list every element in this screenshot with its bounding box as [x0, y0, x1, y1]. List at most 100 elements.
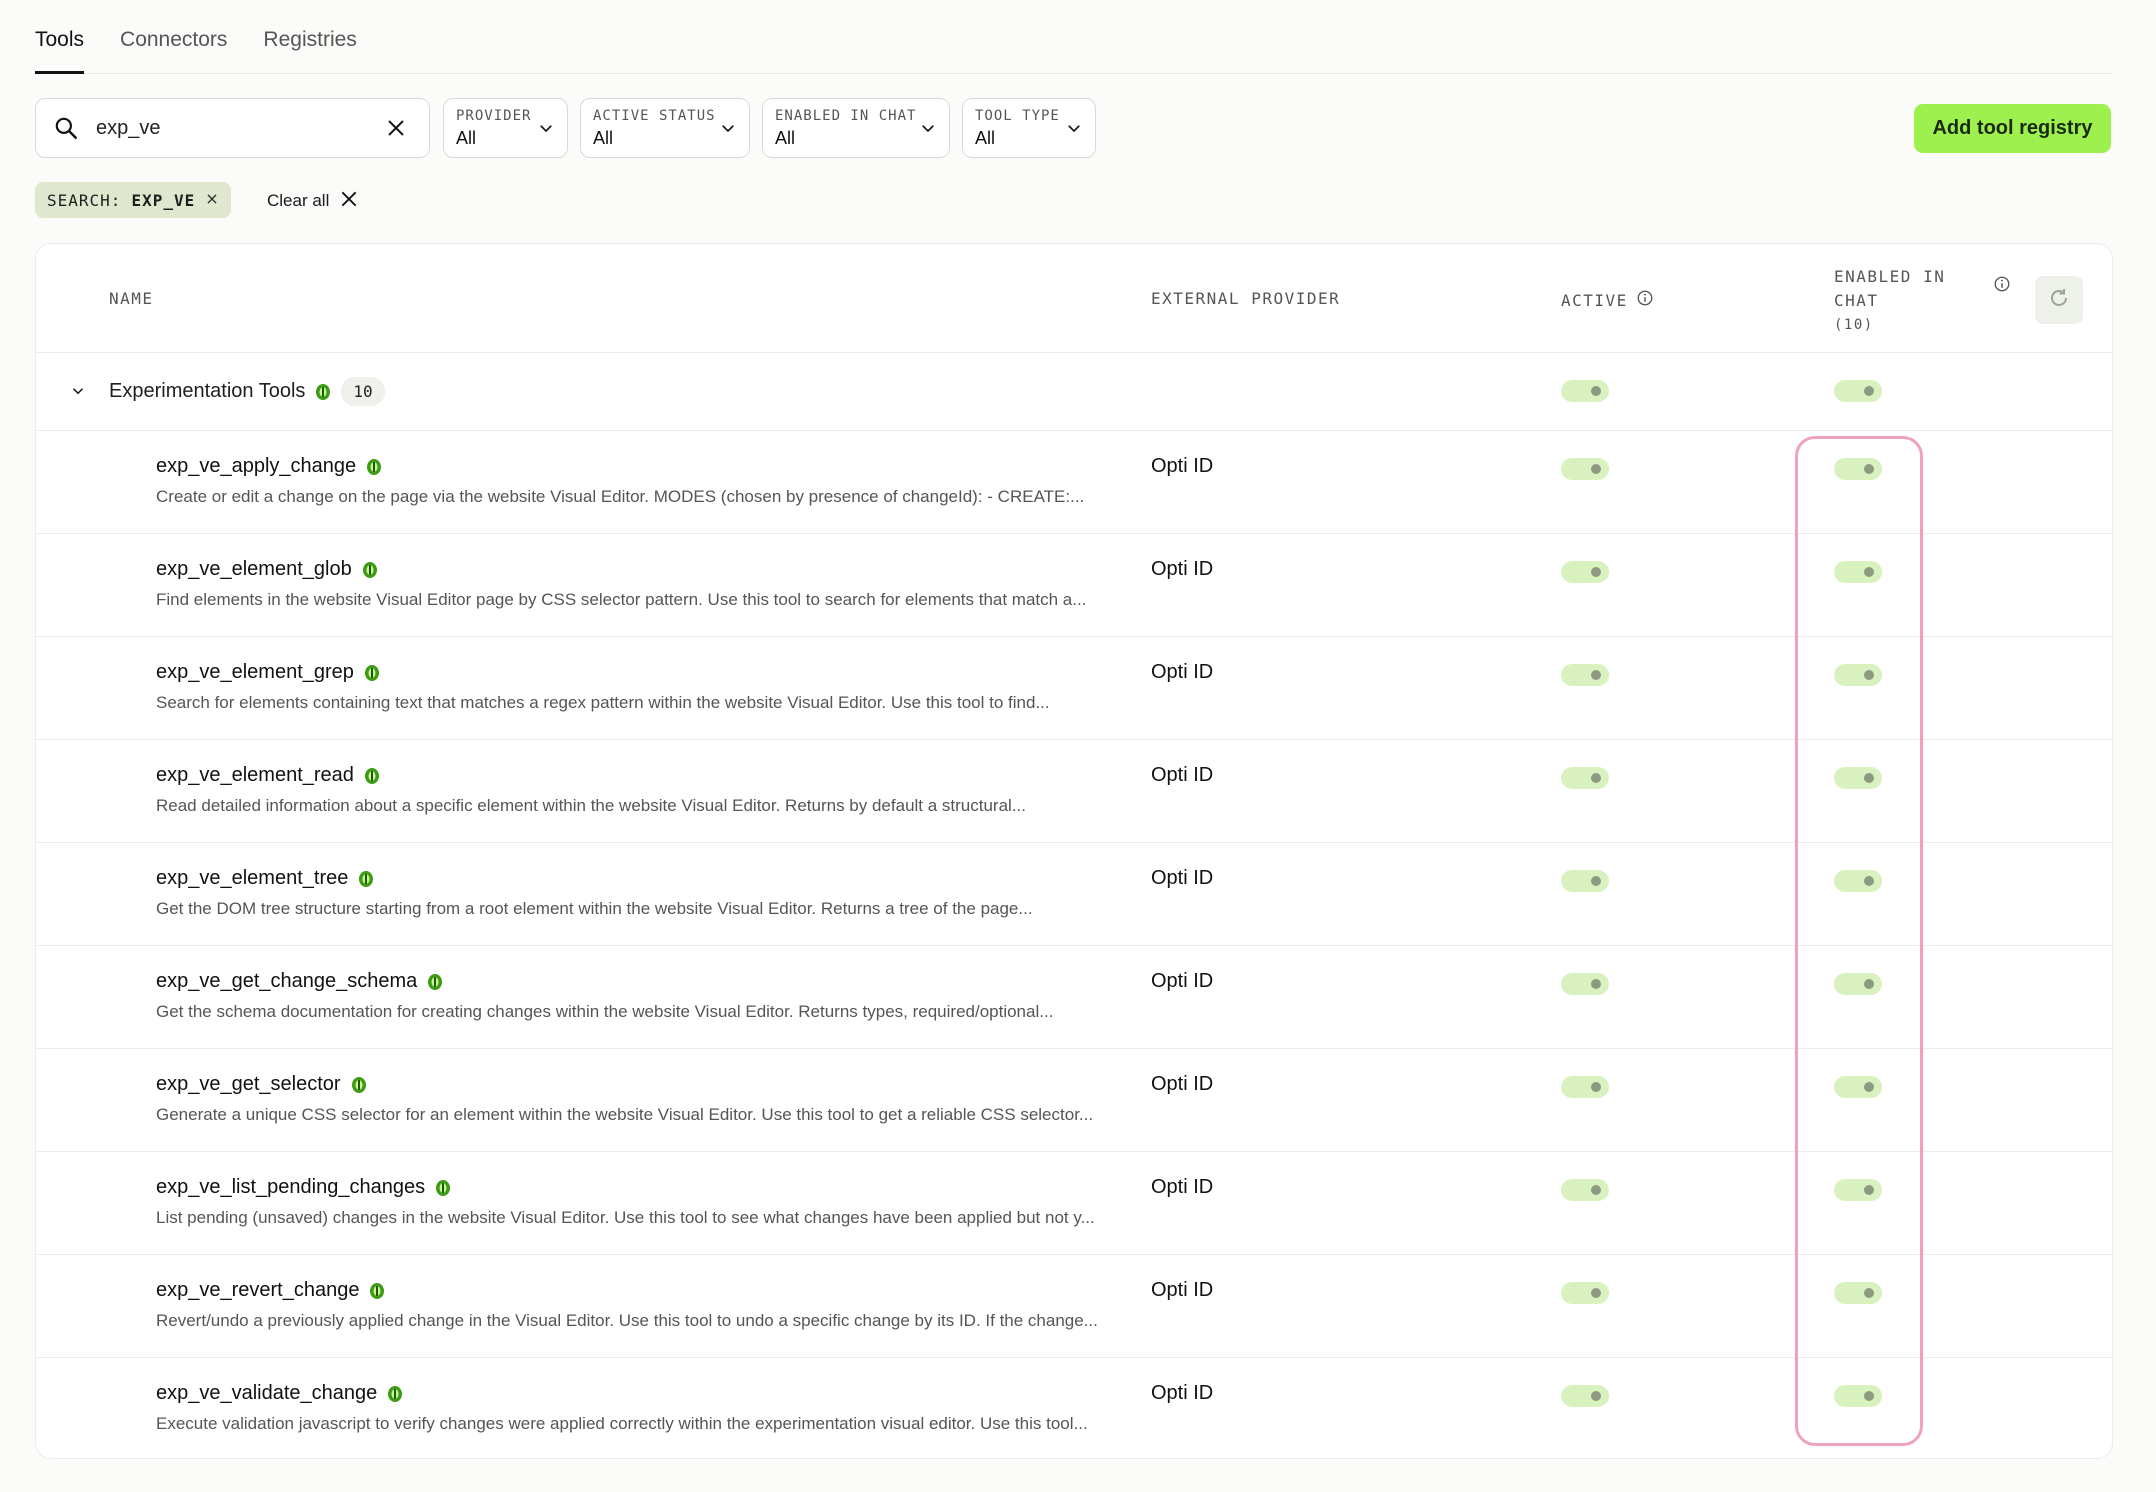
tool-name-label[interactable]: exp_ve_get_change_schema	[156, 970, 417, 993]
table-row[interactable]: exp_ve_element_read Read detailed informa…	[36, 740, 2112, 843]
active-toggle[interactable]	[1561, 767, 1609, 789]
remove-chip-icon[interactable]	[205, 191, 219, 210]
header-active: ACTIVE	[1561, 289, 1654, 311]
enabled-in-chat-filter-value: All	[775, 128, 796, 148]
provider-badge-icon	[366, 458, 382, 476]
search-box	[35, 98, 430, 158]
header-enabled-count: (10)	[1834, 317, 1874, 333]
tool-provider: Opti ID	[1151, 970, 1214, 992]
search-icon	[36, 115, 96, 141]
group-title: Experimentation Tools 10	[109, 377, 385, 406]
refresh-button[interactable]	[2035, 276, 2083, 324]
tab-registries[interactable]: Registries	[263, 0, 356, 74]
header-enabled-line2: CHAT	[1834, 291, 1879, 310]
group-count: 10	[341, 377, 385, 406]
enabled-in-chat-toggle[interactable]	[1834, 561, 1882, 583]
group-enabled-in-chat-toggle[interactable]	[1834, 380, 1882, 402]
active-toggle[interactable]	[1561, 561, 1609, 583]
tool-name-label[interactable]: exp_ve_element_glob	[156, 558, 352, 581]
enabled-in-chat-toggle[interactable]	[1834, 1282, 1882, 1304]
tool-type-filter[interactable]: TOOL TYPE All	[962, 98, 1096, 158]
tool-description: Search for elements containing text that…	[156, 693, 1050, 712]
tool-description: Revert/undo a previously applied change …	[156, 1311, 1098, 1330]
active-toggle[interactable]	[1561, 973, 1609, 995]
enabled-in-chat-filter[interactable]: ENABLED IN CHAT All	[762, 98, 950, 158]
table-row[interactable]: exp_ve_revert_change Revert/undo a previo…	[36, 1255, 2112, 1358]
group-active-toggle[interactable]	[1561, 380, 1609, 402]
tool-provider: Opti ID	[1151, 1382, 1214, 1404]
active-toggle[interactable]	[1561, 870, 1609, 892]
tool-name: exp_ve_apply_change	[156, 455, 382, 478]
group-name: Experimentation Tools	[109, 380, 306, 402]
tool-provider: Opti ID	[1151, 558, 1214, 580]
enabled-in-chat-toggle[interactable]	[1834, 458, 1882, 480]
tool-name: exp_ve_element_read	[156, 764, 380, 787]
tool-name-label[interactable]: exp_ve_list_pending_changes	[156, 1176, 425, 1199]
chevron-down-icon	[537, 119, 555, 142]
table-row[interactable]: exp_ve_list_pending_changes List pending …	[36, 1152, 2112, 1255]
tool-provider: Opti ID	[1151, 867, 1214, 889]
enabled-in-chat-toggle[interactable]	[1834, 973, 1882, 995]
tool-provider: Opti ID	[1151, 1176, 1214, 1198]
provider-filter[interactable]: PROVIDER All	[443, 98, 568, 158]
tab-connectors[interactable]: Connectors	[120, 0, 227, 74]
table-row[interactable]: exp_ve_validate_change Execute validation…	[36, 1358, 2112, 1458]
active-toggle[interactable]	[1561, 664, 1609, 686]
enabled-in-chat-toggle[interactable]	[1834, 1179, 1882, 1201]
tool-name-label[interactable]: exp_ve_apply_change	[156, 455, 356, 478]
table-row[interactable]: exp_ve_get_change_schema Get the schema d…	[36, 946, 2112, 1049]
table-row[interactable]: exp_ve_element_tree Get the DOM tree stru…	[36, 843, 2112, 946]
table-row[interactable]: exp_ve_element_grep Search for elements c…	[36, 637, 2112, 740]
info-icon[interactable]	[1636, 289, 1654, 311]
provider-badge-icon	[369, 1282, 385, 1300]
tool-name-label[interactable]: exp_ve_validate_change	[156, 1382, 377, 1405]
tool-provider: Opti ID	[1151, 661, 1214, 683]
tool-name: exp_ve_get_selector	[156, 1073, 367, 1096]
enabled-in-chat-toggle[interactable]	[1834, 767, 1882, 789]
clear-all-button[interactable]: Clear all	[267, 186, 359, 216]
tool-name-label[interactable]: exp_ve_element_read	[156, 764, 354, 787]
tool-name-label[interactable]: exp_ve_revert_change	[156, 1279, 359, 1302]
close-icon	[339, 189, 359, 214]
tool-name-label[interactable]: exp_ve_element_grep	[156, 661, 354, 684]
chevron-down-icon	[1065, 119, 1083, 142]
active-toggle[interactable]	[1561, 458, 1609, 480]
enabled-in-chat-toggle[interactable]	[1834, 664, 1882, 686]
chevron-down-icon	[919, 119, 937, 142]
table-row[interactable]: exp_ve_element_glob Find elements in the …	[36, 534, 2112, 637]
tool-name: exp_ve_validate_change	[156, 1382, 403, 1405]
header-enabled-in-chat: ENABLED IN CHAT (10)	[1834, 265, 1945, 337]
tool-description: Read detailed information about a specif…	[156, 796, 1026, 815]
tools-table: NAME EXTERNAL PROVIDER ACTIVE ENABLED IN…	[35, 243, 2113, 1459]
chip-key: SEARCH:	[47, 190, 122, 210]
add-tool-registry-button[interactable]: Add tool registry	[1914, 104, 2111, 153]
group-row-experimentation-tools[interactable]: Experimentation Tools 10	[36, 353, 2112, 431]
table-row[interactable]: exp_ve_get_selector Generate a unique CSS…	[36, 1049, 2112, 1152]
active-status-filter-label: ACTIVE STATUS	[593, 108, 716, 124]
info-icon[interactable]	[1993, 275, 2011, 298]
chip-value: EXP_VE	[131, 190, 196, 210]
search-input[interactable]	[96, 116, 376, 140]
active-toggle[interactable]	[1561, 1076, 1609, 1098]
provider-badge-icon	[315, 383, 331, 401]
chevron-down-icon[interactable]	[69, 382, 87, 405]
clear-all-label: Clear all	[267, 191, 330, 210]
enabled-in-chat-toggle[interactable]	[1834, 870, 1882, 892]
tool-description: Get the schema documentation for creatin…	[156, 1002, 1054, 1021]
tool-name-label[interactable]: exp_ve_get_selector	[156, 1073, 341, 1096]
tool-name: exp_ve_element_grep	[156, 661, 380, 684]
active-toggle[interactable]	[1561, 1179, 1609, 1201]
provider-badge-icon	[358, 870, 374, 888]
tab-tools[interactable]: Tools	[35, 0, 85, 74]
active-toggle[interactable]	[1561, 1282, 1609, 1304]
active-status-filter-value: All	[593, 128, 614, 148]
active-toggle[interactable]	[1561, 1385, 1609, 1407]
provider-badge-icon	[364, 664, 380, 682]
enabled-in-chat-toggle[interactable]	[1834, 1385, 1882, 1407]
table-row[interactable]: exp_ve_apply_change Create or edit a chan…	[36, 431, 2112, 534]
tool-name-label[interactable]: exp_ve_element_tree	[156, 867, 348, 890]
clear-search-icon[interactable]	[376, 117, 416, 139]
tool-name: exp_ve_list_pending_changes	[156, 1176, 451, 1199]
active-status-filter[interactable]: ACTIVE STATUS All	[580, 98, 750, 158]
enabled-in-chat-toggle[interactable]	[1834, 1076, 1882, 1098]
